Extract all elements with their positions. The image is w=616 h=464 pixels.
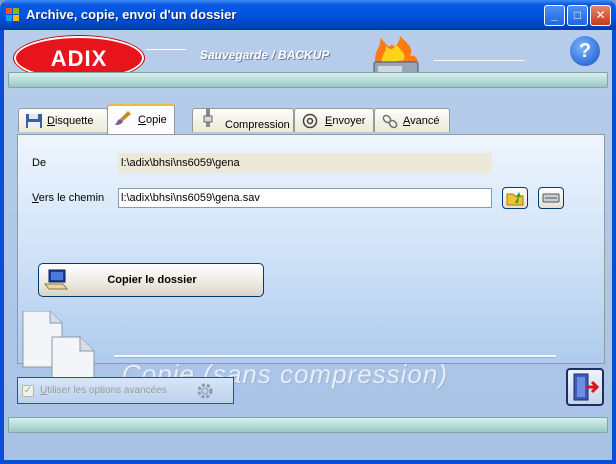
header-line-right: [434, 60, 524, 61]
browse-folder-button[interactable]: [502, 187, 528, 209]
maximize-button[interactable]: □: [567, 5, 588, 26]
source-path-field: l:\adix\bhsi\ns6059\gena: [118, 153, 492, 173]
tab-copie-label: Copie: [138, 114, 167, 126]
destination-path-input[interactable]: l:\adix\bhsi\ns6059\gena.sav: [118, 188, 492, 208]
copy-folder-label: Copier le dossier: [107, 274, 197, 286]
tab-avance-label: Avancé: [403, 115, 440, 127]
footer-bar: [8, 417, 608, 433]
minimize-button[interactable]: _: [544, 5, 565, 26]
header-title: Sauvegarde / BACKUP: [200, 48, 330, 62]
header-line-left: [146, 49, 186, 50]
tab-disquette[interactable]: Disquette: [18, 108, 108, 132]
tab-envoyer[interactable]: Envoyer: [294, 108, 374, 132]
chain-icon: [382, 114, 398, 129]
title-bar[interactable]: Archive, copie, envoi d'un dossier _ □ ✕: [0, 0, 616, 30]
compress-icon: [203, 108, 213, 127]
copy-folder-button[interactable]: Copier le dossier: [38, 263, 264, 297]
tab-copie[interactable]: Copie: [107, 104, 175, 134]
gear-icon: [197, 383, 213, 399]
advanced-options-box: ✓ Utiliser les options avancées: [17, 377, 234, 404]
logo-text: ADIX: [50, 46, 108, 71]
keyboard-icon: [542, 193, 560, 203]
advanced-options-label: Utiliser les options avancées: [40, 385, 167, 396]
app-window: Archive, copie, envoi d'un dossier _ □ ✕…: [0, 0, 616, 464]
client-area: ADIX Sauvegarde / BACKUP ? Disquette Cop…: [4, 30, 612, 460]
header-bar: [8, 72, 608, 88]
tab-strip: Disquette Copie Compression Envoyer Avan…: [18, 104, 458, 134]
at-sign-icon: [302, 113, 318, 129]
tab-envoyer-label: Envoyer: [325, 115, 366, 127]
folder-arrow-icon: [506, 192, 524, 206]
close-button[interactable]: ✕: [590, 5, 611, 26]
keyboard-button[interactable]: [538, 187, 564, 209]
window-frame-right: [612, 30, 616, 464]
advanced-options-checkbox[interactable]: ✓: [22, 385, 34, 397]
tab-disquette-label: Disquette: [47, 115, 94, 127]
tab-compression-label: Compression: [225, 119, 290, 131]
tab-panel-copie: De l:\adix\bhsi\ns6059\gena Vers le chem…: [17, 134, 605, 395]
help-icon[interactable]: ?: [570, 36, 600, 66]
tab-compression[interactable]: Compression: [192, 108, 294, 132]
exit-door-icon: [573, 373, 600, 401]
window-frame-bottom: [0, 460, 616, 464]
watermark-line: [114, 355, 556, 358]
destination-label: Vers le chemin: [32, 192, 105, 204]
source-label: De: [32, 157, 47, 169]
exit-button[interactable]: [566, 368, 604, 406]
window-title: Archive, copie, envoi d'un dossier: [26, 7, 237, 22]
tab-avance[interactable]: Avancé: [374, 108, 450, 132]
brush-icon: [115, 111, 131, 125]
floppy-disk-icon: [26, 114, 42, 128]
windows-logo-icon: [6, 8, 20, 22]
